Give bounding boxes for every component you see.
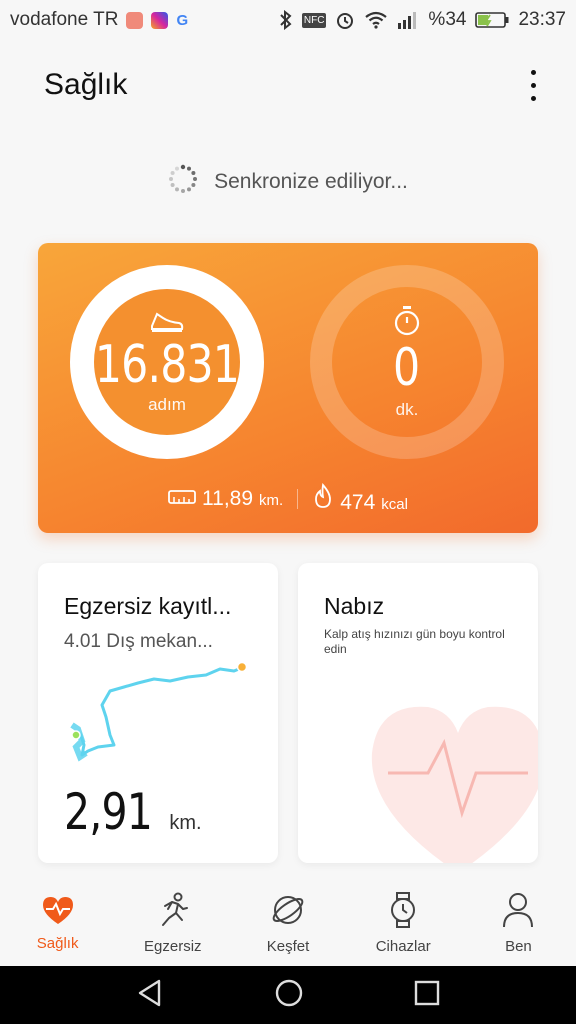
calories-stat: 474 kcal (312, 482, 408, 515)
stopwatch-icon (392, 305, 422, 342)
app-header: Sağlık (0, 40, 576, 130)
nav-item-discover[interactable]: Keşfet (230, 880, 345, 966)
bluetooth-icon (279, 10, 293, 30)
planet-icon (270, 892, 306, 932)
back-icon[interactable] (135, 978, 165, 1013)
heart-rate-card[interactable]: Nabız Kalp atış hızınızı gün boyu kontro… (298, 563, 538, 863)
nav-item-health[interactable]: Sağlık (0, 880, 115, 966)
nav-label-devices: Cihazlar (375, 937, 431, 955)
nav-label-discover: Keşfet (266, 937, 310, 955)
distance-unit: km. (259, 492, 284, 509)
flame-icon (312, 482, 334, 514)
runner-icon (156, 892, 190, 932)
active-minutes-value: 0 (393, 337, 421, 398)
nfc-icon: NFC (301, 12, 327, 28)
route-start-icon (71, 730, 81, 740)
heart-rate-description: Kalp atış hızınızı gün boyu kontrol edin (324, 627, 505, 656)
route-map (70, 661, 248, 762)
distance-value: 11,89 (202, 487, 254, 510)
person-icon (502, 892, 534, 932)
heart-rate-title: Nabız (324, 593, 385, 619)
carrier-label: vodafone TR (10, 9, 119, 30)
page-title: Sağlık (44, 68, 128, 101)
watch-icon (388, 891, 418, 932)
steps-unit: adım (148, 394, 186, 414)
signal-icon (397, 11, 419, 29)
battery-percent: %34 (428, 9, 467, 30)
activity-summary-card[interactable]: 16.831 adım 0 dk. 11,89 km. 474 kcal (38, 243, 538, 533)
nav-item-me[interactable]: Ben (461, 880, 576, 966)
calories-unit: kcal (381, 496, 408, 513)
activity-stats: 11,89 km. 474 kcal (38, 479, 538, 519)
exercise-distance: 2,91 km. (64, 783, 202, 841)
exercise-card-subtitle: 4.01 Dış mekan... (64, 631, 213, 652)
route-end-icon (236, 661, 248, 673)
active-minutes-unit: dk. (395, 399, 419, 419)
system-navigation-bar (0, 966, 576, 1024)
nav-label-health: Sağlık (36, 934, 79, 952)
sync-status: Senkronize ediliyor... (0, 160, 576, 204)
mail-app-icon (126, 11, 144, 29)
alarm-icon (335, 10, 355, 30)
sync-label: Senkronize ediliyor... (214, 170, 408, 193)
heart-illustration-icon (371, 706, 538, 863)
home-icon[interactable] (274, 978, 304, 1013)
stats-divider (297, 489, 299, 509)
exercise-distance-value: 2,91 (64, 783, 153, 841)
active-minutes-ring: 0 dk. (310, 265, 504, 459)
exercise-card-title: Egzersiz kayıtl... (64, 593, 232, 619)
instagram-icon (151, 11, 169, 29)
calories-value: 474 (340, 491, 376, 514)
battery-icon (475, 11, 509, 29)
nav-label-exercise: Egzersiz (144, 937, 202, 955)
recents-icon[interactable] (413, 979, 441, 1012)
google-icon: G (176, 11, 189, 29)
exercise-distance-unit: km. (169, 812, 202, 834)
nav-item-exercise[interactable]: Egzersiz (115, 880, 230, 966)
more-options-icon[interactable] (518, 65, 548, 105)
distance-stat: 11,89 km. (168, 487, 283, 511)
nav-item-devices[interactable]: Cihazlar (346, 880, 461, 966)
sync-spinner-icon (168, 164, 198, 200)
bottom-navigation: Sağlık Egzersiz Keşfet Cihazlar Ben (0, 880, 576, 966)
steps-value: 16.831 (94, 334, 240, 395)
steps-ring: 16.831 adım (70, 265, 264, 459)
nav-label-me: Ben (505, 937, 532, 955)
health-heart-icon (41, 895, 75, 929)
exercise-record-card[interactable]: Egzersiz kayıtl... 4.01 Dış mekan... 2,9… (38, 563, 278, 863)
clock-time: 23:37 (518, 9, 566, 30)
ruler-icon (168, 489, 196, 510)
status-bar: vodafone TR G NFC %34 23:37 (0, 0, 576, 40)
wifi-icon (364, 11, 388, 29)
